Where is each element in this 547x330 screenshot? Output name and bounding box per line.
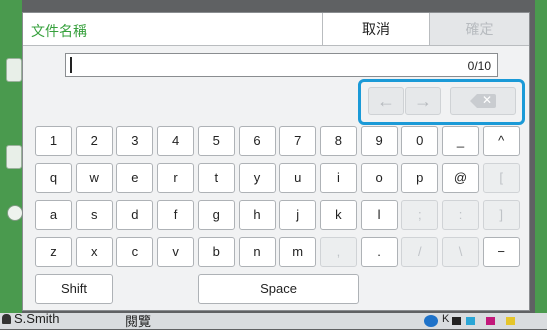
cursor-left-button[interactable]: ← — [368, 87, 404, 115]
char-counter: 0/10 — [467, 59, 491, 73]
ink-status: K — [424, 313, 544, 327]
key-row2-8[interactable]: o — [360, 163, 398, 193]
key-row4-2[interactable]: c — [116, 237, 154, 267]
filename-dialog: 文件名稱 取消 確定 0/10 ← → ✕ 1 2 3 4 5 6 7 8 9 0 _ ^ q w e r t y… — [22, 12, 530, 311]
key-row3-1[interactable]: s — [75, 200, 113, 230]
dialog-title: 文件名稱 — [31, 23, 87, 39]
key-row2-0[interactable]: q — [35, 163, 72, 193]
background-status-bar: S.Smith 閱覽 K — [0, 311, 547, 329]
cursor-controls: ← → ✕ — [358, 79, 525, 125]
key-row1-7[interactable]: 8 — [319, 126, 357, 156]
key-row4-3[interactable]: v — [157, 237, 195, 267]
key-row1-8[interactable]: 9 — [360, 126, 398, 156]
key-row1-11[interactable]: ^ — [482, 126, 520, 156]
background-user: S.Smith — [14, 311, 60, 326]
key-row1-10[interactable]: _ — [442, 126, 479, 156]
background-panel-right — [535, 0, 547, 329]
key-row3-8[interactable]: l — [360, 200, 398, 230]
ink-magenta — [486, 317, 495, 325]
key-row1-5[interactable]: 6 — [238, 126, 276, 156]
shift-key[interactable]: Shift — [35, 274, 113, 304]
key-row1-2[interactable]: 3 — [116, 126, 154, 156]
cursor-right-button[interactable]: → — [405, 87, 441, 115]
cancel-button[interactable]: 取消 — [322, 13, 430, 45]
key-row2-10[interactable]: @ — [442, 163, 479, 193]
key-row2-3[interactable]: r — [157, 163, 195, 193]
key-row3-0[interactable]: a — [35, 200, 72, 230]
ink-yellow — [506, 317, 515, 325]
key-row1-6[interactable]: 7 — [279, 126, 317, 156]
key-row4-5[interactable]: n — [238, 237, 276, 267]
key-row2-9[interactable]: p — [401, 163, 439, 193]
key-row3-3[interactable]: f — [157, 200, 195, 230]
text-caret — [70, 57, 72, 73]
status-icon — [424, 315, 438, 327]
user-icon — [2, 314, 11, 324]
key-row1-4[interactable]: 5 — [197, 126, 235, 156]
background-panel-left — [0, 0, 23, 329]
backspace-button[interactable]: ✕ — [450, 87, 516, 115]
ink-cyan — [466, 317, 475, 325]
key-row4-6[interactable]: m — [279, 237, 317, 267]
key-row2-7[interactable]: i — [319, 163, 357, 193]
key-row3-4[interactable]: g — [197, 200, 235, 230]
key-row3-2[interactable]: d — [116, 200, 154, 230]
arrow-left-icon: ← — [377, 91, 395, 111]
key-row3-6[interactable]: j — [279, 200, 317, 230]
background-icon — [6, 58, 22, 82]
key-row1-1[interactable]: 2 — [75, 126, 113, 156]
key-row4-10[interactable]: \ — [442, 237, 479, 267]
key-row2-6[interactable]: u — [279, 163, 317, 193]
key-row2-2[interactable]: e — [116, 163, 154, 193]
key-row3-10[interactable]: : — [442, 200, 479, 230]
key-row2-4[interactable]: t — [197, 163, 235, 193]
key-row3-5[interactable]: h — [238, 200, 276, 230]
key-row2-1[interactable]: w — [75, 163, 113, 193]
key-row4-0[interactable]: z — [35, 237, 72, 267]
dialog-titlebar: 文件名稱 取消 確定 — [23, 13, 529, 46]
space-key[interactable]: Space — [198, 274, 359, 304]
key-row3-9[interactable]: ; — [401, 200, 439, 230]
arrow-right-icon: → — [414, 91, 432, 111]
key-row4-9[interactable]: / — [401, 237, 439, 267]
key-row2-5[interactable]: y — [238, 163, 276, 193]
filename-input[interactable]: 0/10 — [65, 53, 498, 77]
key-row4-7[interactable]: , — [319, 237, 357, 267]
background-icon — [6, 145, 22, 169]
key-row2-11[interactable]: [ — [482, 163, 520, 193]
key-row4-1[interactable]: x — [75, 237, 113, 267]
key-row1-3[interactable]: 4 — [157, 126, 195, 156]
key-row4-4[interactable]: b — [197, 237, 235, 267]
ink-black — [452, 317, 461, 325]
key-row3-11[interactable]: ] — [482, 200, 520, 230]
backspace-icon: ✕ — [470, 93, 496, 108]
confirm-button[interactable]: 確定 — [430, 13, 529, 45]
background-mode: 閱覽 — [125, 314, 152, 329]
ink-k-label: K — [442, 313, 450, 325]
key-row1-9[interactable]: 0 — [401, 126, 439, 156]
key-row3-7[interactable]: k — [319, 200, 357, 230]
key-row1-0[interactable]: 1 — [35, 126, 72, 156]
key-row4-11[interactable]: − — [482, 237, 520, 267]
background-check-icon — [7, 205, 23, 221]
key-row4-8[interactable]: . — [360, 237, 398, 267]
